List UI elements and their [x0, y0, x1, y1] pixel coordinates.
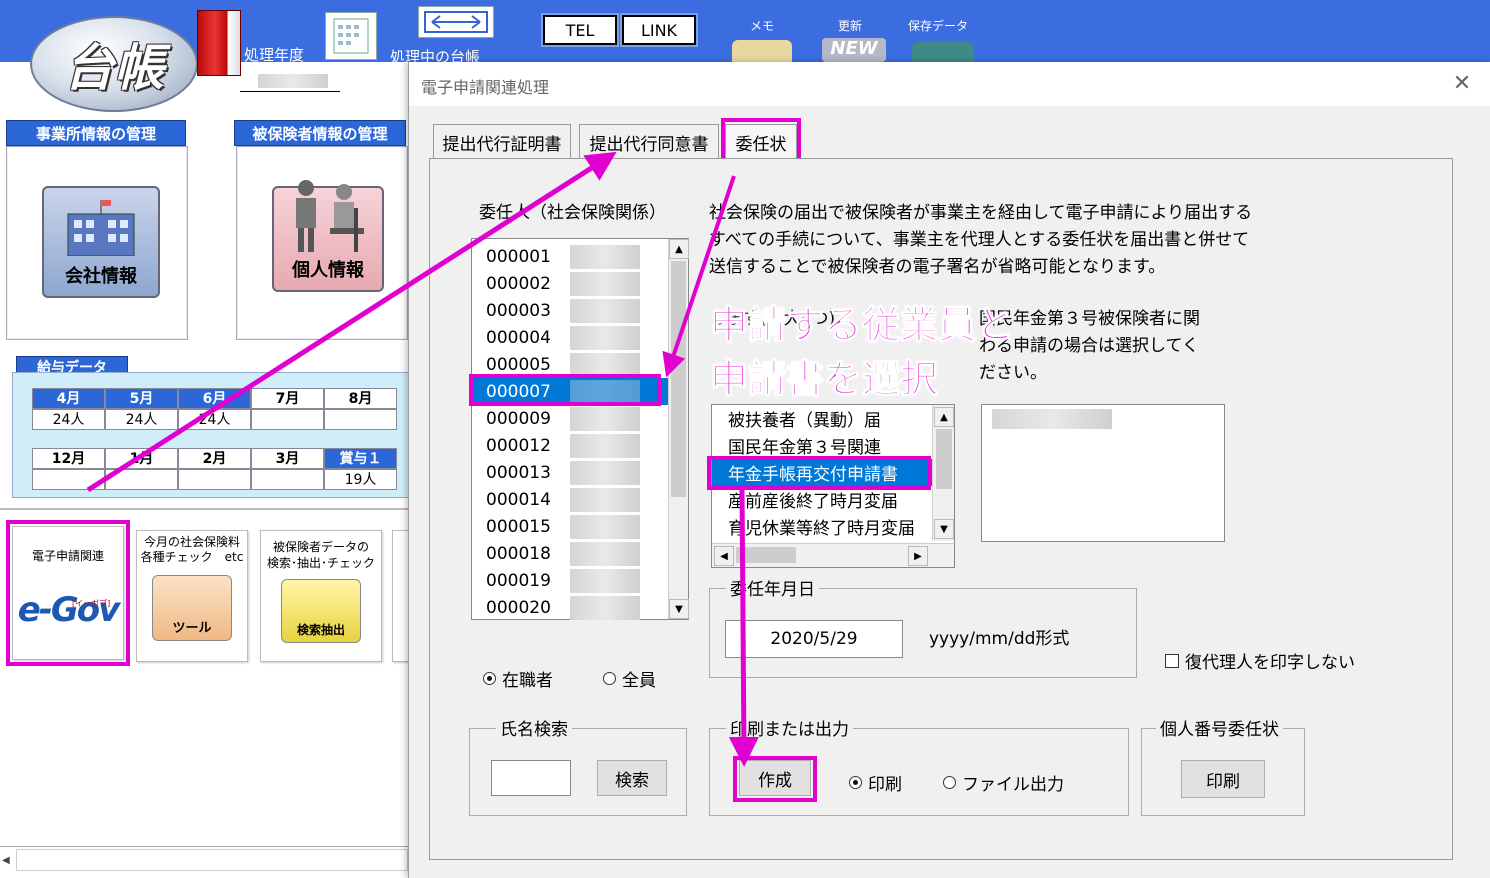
annotation-line1: 申請する従業員と — [709, 303, 1015, 348]
annotation-line2: 申請書を選択 — [709, 357, 939, 402]
annotation-arrows — [86, 151, 759, 767]
arrow-to-create — [728, 489, 759, 767]
arrow-to-tab — [86, 151, 617, 493]
